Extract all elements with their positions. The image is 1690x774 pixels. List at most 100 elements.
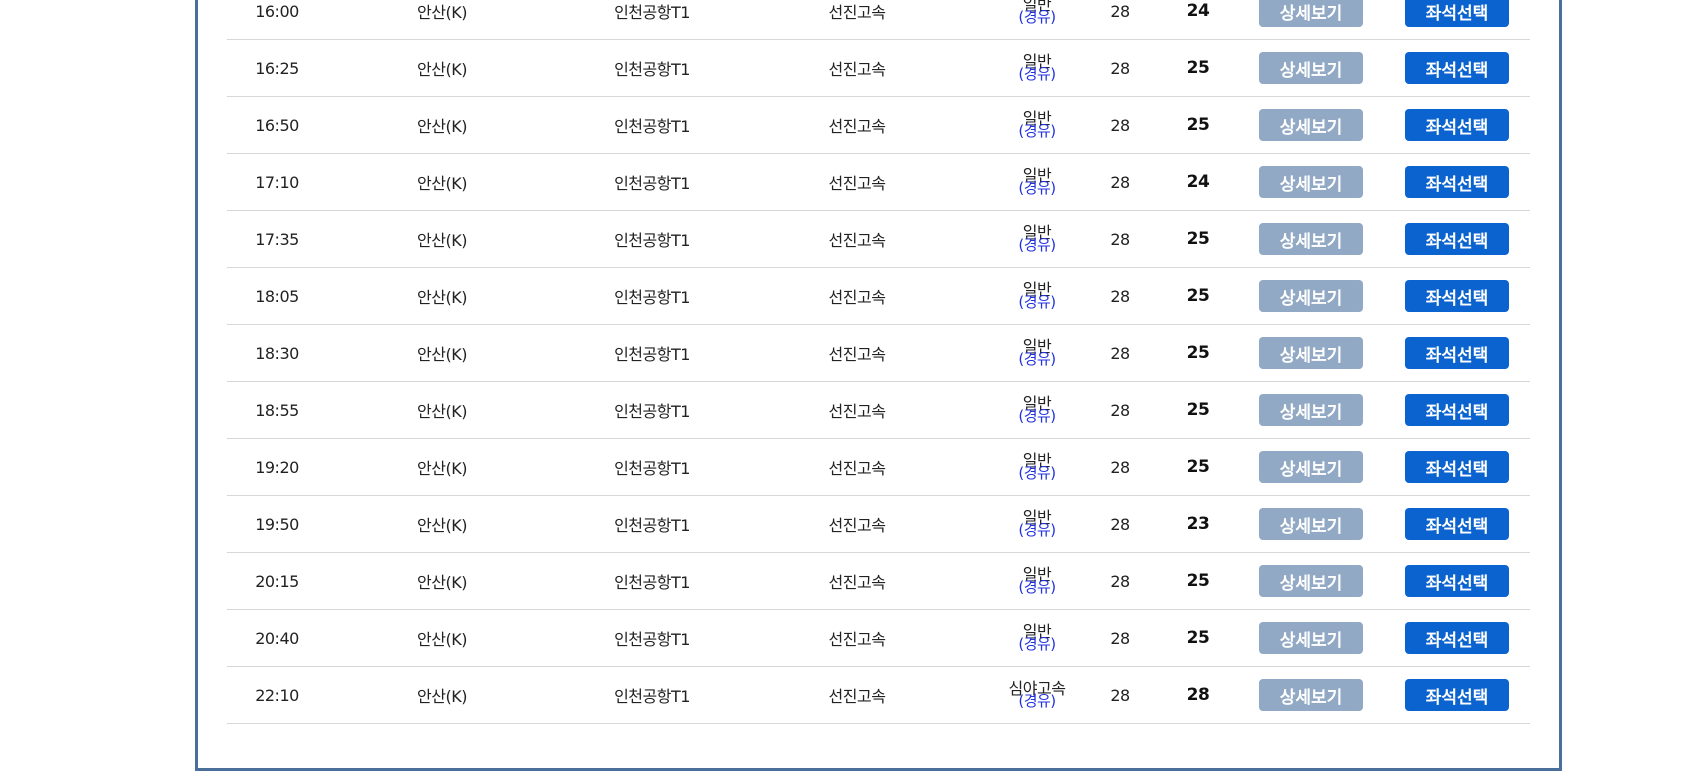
departure-time: 20:15 [255,571,299,591]
total-seats: 28 [1110,58,1130,78]
seat-select-button[interactable]: 좌석선택 [1405,223,1509,255]
detail-button[interactable]: 상세보기 [1259,679,1363,711]
arrival-terminal: 인천공항T1 [614,174,690,193]
seat-select-button[interactable]: 좌석선택 [1405,52,1509,84]
via-label: (경유) [1018,293,1056,311]
seat-select-button[interactable]: 좌석선택 [1405,394,1509,426]
arrival-terminal: 인천공항T1 [614,459,690,478]
total-seats: 28 [1110,229,1130,249]
detail-button[interactable]: 상세보기 [1259,280,1363,312]
bus-company: 선진고속 [828,687,886,706]
bus-company: 선진고속 [828,516,886,535]
detail-button[interactable]: 상세보기 [1259,394,1363,426]
arrival-terminal: 인천공항T1 [614,402,690,421]
schedule-row: 20:15 안산(K) 인천공항T1 선진고속 일반 (경유) 28 25 상세보기 좌석선택 [227,553,1530,610]
remaining-seats: 25 [1186,400,1210,420]
departure-time: 20:40 [255,628,299,648]
detail-cell: 상세보기 [1259,40,1363,96]
bus-company: 선진고속 [828,117,886,136]
departure-time: 19:50 [255,514,299,534]
bus-company: 선진고속 [828,231,886,250]
detail-button[interactable]: 상세보기 [1259,223,1363,255]
arrival-terminal: 인천공항T1 [614,630,690,649]
detail-cell: 상세보기 [1259,97,1363,153]
detail-cell: 상세보기 [1259,382,1363,438]
remaining-seats: 25 [1186,229,1210,249]
detail-button[interactable]: 상세보기 [1259,508,1363,540]
detail-cell: 상세보기 [1259,154,1363,210]
detail-cell: 상세보기 [1259,268,1363,324]
arrival-terminal: 인천공항T1 [614,231,690,250]
arrival-terminal: 인천공항T1 [614,288,690,307]
detail-cell: 상세보기 [1259,610,1363,666]
seat-cell: 좌석선택 [1405,0,1509,39]
detail-button[interactable]: 상세보기 [1259,622,1363,654]
departure-time: 16:50 [255,115,299,135]
arrival-terminal: 인천공항T1 [614,516,690,535]
via-label: (경유) [1018,464,1056,482]
detail-cell: 상세보기 [1259,439,1363,495]
seat-select-button[interactable]: 좌석선택 [1405,508,1509,540]
schedule-row: 18:05 안산(K) 인천공항T1 선진고속 일반 (경유) 28 25 상세보기 좌석선택 [227,268,1530,325]
schedule-row: 16:50 안산(K) 인천공항T1 선진고속 일반 (경유) 28 25 상세보기 좌석선택 [227,97,1530,154]
seat-select-button[interactable]: 좌석선택 [1405,451,1509,483]
seat-cell: 좌석선택 [1405,268,1509,324]
detail-button[interactable]: 상세보기 [1259,0,1363,27]
departure-terminal: 안산(K) [417,231,467,250]
arrival-terminal: 인천공항T1 [614,60,690,79]
remaining-seats: 25 [1186,571,1210,591]
arrival-terminal: 인천공항T1 [614,3,690,22]
departure-terminal: 안산(K) [417,687,467,706]
departure-terminal: 안산(K) [417,174,467,193]
detail-button[interactable]: 상세보기 [1259,109,1363,141]
departure-terminal: 안산(K) [417,573,467,592]
detail-button[interactable]: 상세보기 [1259,52,1363,84]
remaining-seats: 25 [1186,628,1210,648]
arrival-terminal: 인천공항T1 [614,687,690,706]
bus-company: 선진고속 [828,630,886,649]
departure-terminal: 안산(K) [417,60,467,79]
seat-select-button[interactable]: 좌석선택 [1405,0,1509,27]
seat-select-button[interactable]: 좌석선택 [1405,679,1509,711]
seat-select-button[interactable]: 좌석선택 [1405,280,1509,312]
detail-cell: 상세보기 [1259,325,1363,381]
departure-terminal: 안산(K) [417,288,467,307]
total-seats: 28 [1110,628,1130,648]
detail-cell: 상세보기 [1259,667,1363,723]
detail-button[interactable]: 상세보기 [1259,337,1363,369]
departure-terminal: 안산(K) [417,516,467,535]
seat-select-button[interactable]: 좌석선택 [1405,565,1509,597]
schedule-row: 19:20 안산(K) 인천공항T1 선진고속 일반 (경유) 28 25 상세보기 좌석선택 [227,439,1530,496]
remaining-seats: 25 [1186,343,1210,363]
seat-select-button[interactable]: 좌석선택 [1405,166,1509,198]
total-seats: 28 [1110,286,1130,306]
via-label: (경유) [1018,521,1056,539]
total-seats: 28 [1110,343,1130,363]
arrival-terminal: 인천공항T1 [614,117,690,136]
seat-cell: 좌석선택 [1405,325,1509,381]
schedule-row: 19:50 안산(K) 인천공항T1 선진고속 일반 (경유) 28 23 상세보기 좌석선택 [227,496,1530,553]
seat-cell: 좌석선택 [1405,211,1509,267]
departure-time: 16:00 [255,1,299,21]
seat-select-button[interactable]: 좌석선택 [1405,337,1509,369]
via-label: (경유) [1018,635,1056,653]
departure-terminal: 안산(K) [417,3,467,22]
seat-select-button[interactable]: 좌석선택 [1405,109,1509,141]
departure-terminal: 안산(K) [417,630,467,649]
schedule-row: 16:00 안산(K) 인천공항T1 선진고속 일반 (경유) 28 24 상세보기 좌석선택 [227,0,1530,40]
bus-company: 선진고속 [828,288,886,307]
schedule-row: 18:30 안산(K) 인천공항T1 선진고속 일반 (경유) 28 25 상세보기 좌석선택 [227,325,1530,382]
detail-button[interactable]: 상세보기 [1259,565,1363,597]
total-seats: 28 [1110,400,1130,420]
seat-cell: 좌석선택 [1405,610,1509,666]
via-label: (경유) [1018,350,1056,368]
detail-button[interactable]: 상세보기 [1259,451,1363,483]
detail-button[interactable]: 상세보기 [1259,166,1363,198]
via-label: (경유) [1018,236,1056,254]
departure-time: 17:35 [255,229,299,249]
seat-cell: 좌석선택 [1405,439,1509,495]
total-seats: 28 [1110,571,1130,591]
seat-select-button[interactable]: 좌석선택 [1405,622,1509,654]
bus-company: 선진고속 [828,459,886,478]
detail-cell: 상세보기 [1259,496,1363,552]
